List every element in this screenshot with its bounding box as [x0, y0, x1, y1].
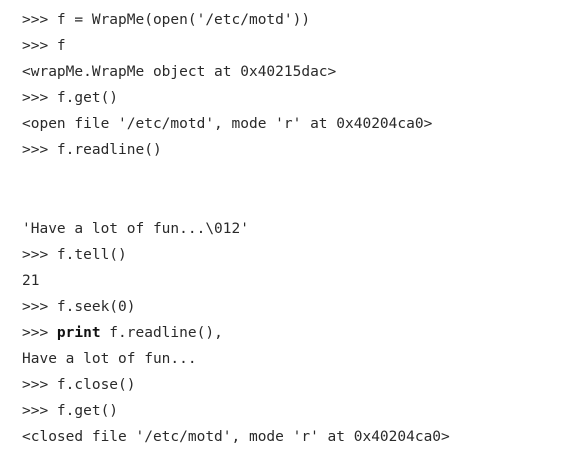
prompt: >>> — [22, 377, 57, 393]
code-text: f = WrapMe(open('/etc/motd')) — [56, 12, 311, 28]
code-line-2: >>> f — [22, 37, 66, 55]
code-text: f.close() — [56, 377, 136, 393]
code-line-13: >>> f.close() — [22, 376, 136, 394]
output-text: Have a lot of fun... — [22, 351, 197, 367]
prompt: >>> — [22, 247, 57, 263]
output-text: 'Have a lot of fun...\012' — [22, 221, 249, 237]
prompt: >>> — [22, 325, 57, 341]
output-text: <wrapMe.WrapMe object at 0x40215dac> — [22, 64, 337, 80]
code-line-6: >>> f.readline() — [22, 141, 162, 159]
output-text: <closed file '/etc/motd', mode 'r' at 0x… — [22, 429, 450, 445]
code-line-1: >>> f = WrapMe(open('/etc/motd')) — [22, 11, 310, 29]
code-text: f.readline(), — [100, 325, 223, 341]
output-line-3: <wrapMe.WrapMe object at 0x40215dac> — [22, 63, 336, 81]
output-line-7: 'Have a lot of fun...\012' — [22, 220, 249, 238]
code-text: f.readline() — [56, 142, 162, 158]
prompt: >>> — [22, 90, 57, 106]
code-line-11: >>> print f.readline(), — [22, 324, 223, 342]
code-line-10: >>> f.seek(0) — [22, 298, 136, 316]
code-text: f — [56, 38, 66, 54]
code-listing: >>> f = WrapMe(open('/etc/motd')) >>> f … — [0, 0, 566, 458]
code-text: f.get() — [56, 90, 119, 106]
code-line-4: >>> f.get() — [22, 89, 118, 107]
print-keyword: print — [56, 325, 101, 341]
prompt: >>> — [22, 299, 57, 315]
code-text: f.tell() — [56, 247, 127, 263]
output-line-12: Have a lot of fun... — [22, 350, 197, 368]
prompt: >>> — [22, 12, 57, 28]
code-text: f.seek(0) — [56, 299, 136, 315]
prompt: >>> — [22, 403, 57, 419]
code-line-14: >>> f.get() — [22, 402, 118, 420]
prompt: >>> — [22, 142, 57, 158]
code-line-8: >>> f.tell() — [22, 246, 127, 264]
output-line-15: <closed file '/etc/motd', mode 'r' at 0x… — [22, 428, 450, 446]
output-text: <open file '/etc/motd', mode 'r' at 0x40… — [22, 116, 433, 132]
prompt: >>> — [22, 38, 57, 54]
output-line-5: <open file '/etc/motd', mode 'r' at 0x40… — [22, 115, 432, 133]
output-line-9: 21 — [22, 272, 39, 290]
output-text: 21 — [22, 273, 40, 289]
code-text: f.get() — [56, 403, 119, 419]
